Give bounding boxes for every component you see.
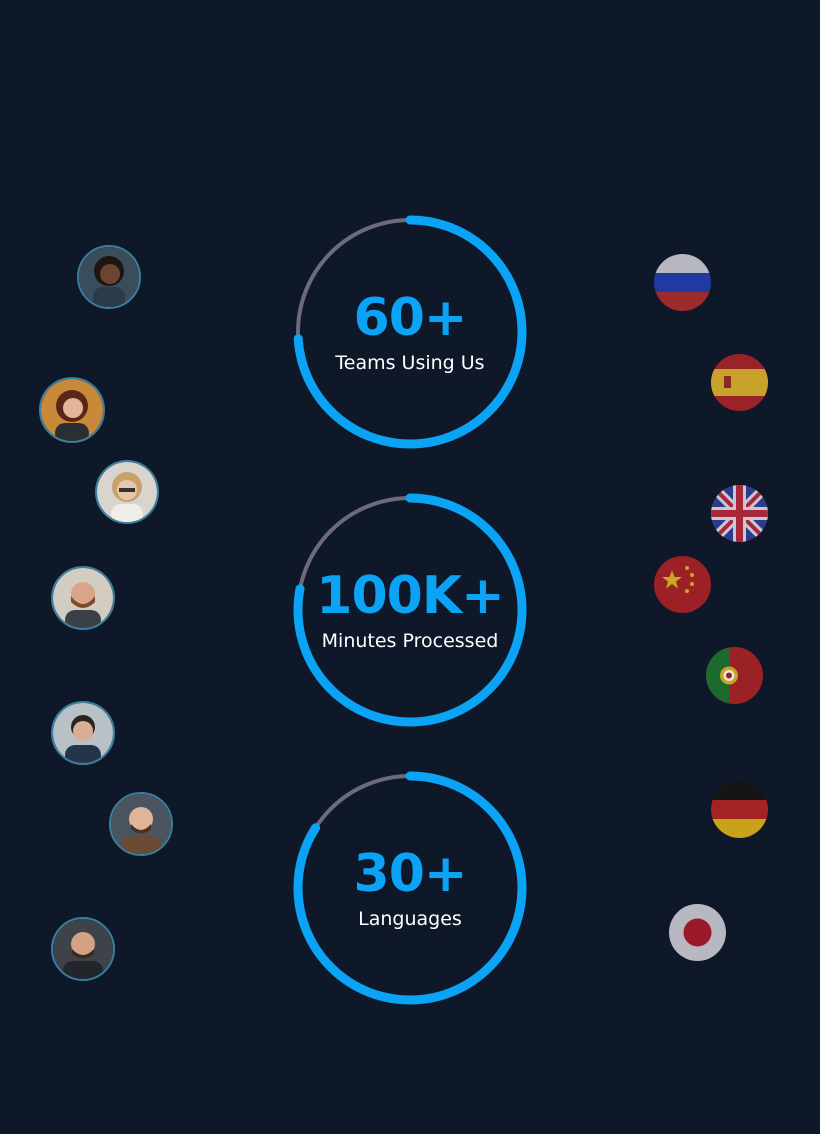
- stat-value: 30+: [353, 844, 468, 904]
- stat-label: Minutes Processed: [321, 630, 499, 652]
- japan-flag-icon: [669, 904, 726, 961]
- avatar-man-bald: [109, 792, 173, 856]
- stat-label: Languages: [358, 908, 462, 930]
- stat-teams: 60+ Teams Using Us: [290, 212, 530, 452]
- avatar-man-beard: [51, 566, 115, 630]
- stat-value: 100K+: [316, 566, 504, 626]
- stat-value: 60+: [353, 288, 468, 348]
- avatar-woman-red-hair: [39, 377, 105, 443]
- avatar-man-office: [51, 701, 115, 765]
- germany-flag-icon: [711, 781, 768, 838]
- stat-languages: 30+ Languages: [290, 768, 530, 1008]
- avatar-woman-glasses: [95, 460, 159, 524]
- avatar-woman-headset: [77, 245, 141, 309]
- stat-minutes: 100K+ Minutes Processed: [290, 490, 530, 730]
- uk-flag-icon: [711, 485, 768, 542]
- spain-flag-icon: [711, 354, 768, 411]
- avatar-man-suit: [51, 917, 115, 981]
- russia-flag-icon: [654, 254, 711, 311]
- stat-label: Teams Using Us: [335, 352, 485, 374]
- china-flag-icon: [654, 556, 711, 613]
- portugal-flag-icon: [706, 647, 763, 704]
